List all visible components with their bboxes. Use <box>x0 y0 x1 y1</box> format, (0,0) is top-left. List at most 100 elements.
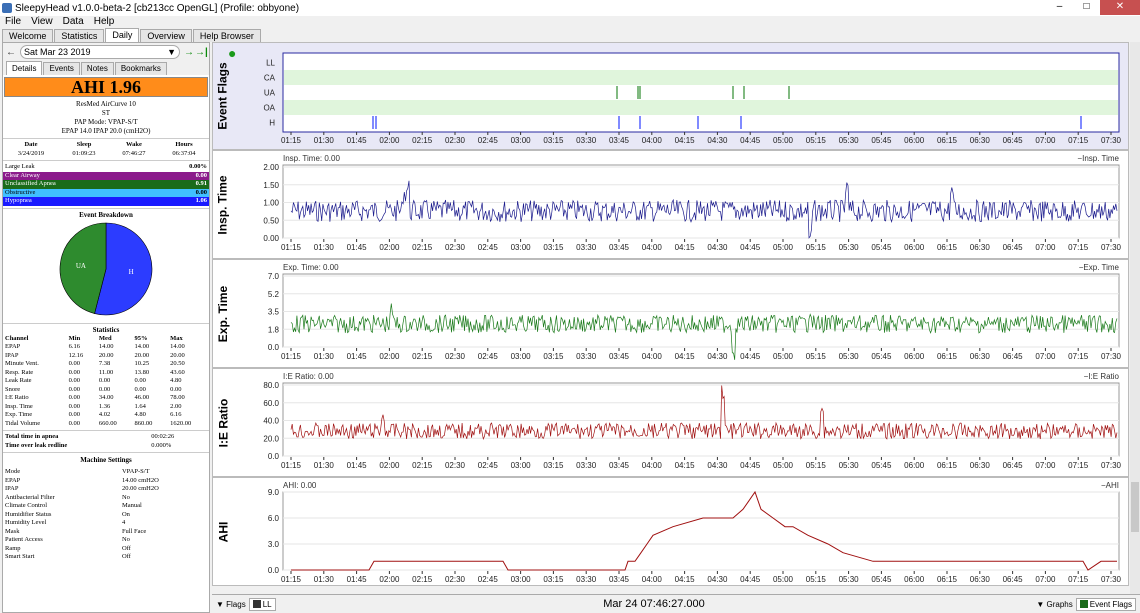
tab-events[interactable]: Events <box>43 62 80 75</box>
graphs-combo[interactable]: Event Flags <box>1075 597 1136 611</box>
exp-time-ylabel: Exp. Time <box>216 285 230 342</box>
close-button[interactable]: ✕ <box>1100 0 1140 15</box>
x-tick-label: 02:15 <box>412 575 433 584</box>
x-tick-label: 04:30 <box>707 352 728 361</box>
stats-value: 0.00 <box>170 385 182 393</box>
stats-value: 0.00 <box>68 402 80 410</box>
x-tick-label: 04:00 <box>642 136 663 145</box>
x-tick-label: 05:00 <box>773 243 794 252</box>
col-wake: Wake <box>126 141 142 148</box>
event-index-row: Unclassified Apnea 0.91 <box>3 180 209 189</box>
y-tick-label: 0.0 <box>268 566 280 575</box>
x-tick-label: 01:45 <box>347 575 368 584</box>
session-table: Date Sleep Wake Hours 3/24/2019 01:09:23… <box>3 141 209 158</box>
x-tick-label: 06:30 <box>970 575 991 584</box>
tab-daily[interactable]: Daily <box>105 28 140 42</box>
x-tick-label: 02:30 <box>445 575 466 584</box>
stats-value: 43.60 <box>170 368 185 376</box>
menu-data[interactable]: Data <box>58 16 89 28</box>
menu-file[interactable]: File <box>0 16 26 28</box>
y-tick-label: 40.0 <box>263 417 279 426</box>
y-tick-label: 1.8 <box>268 325 280 334</box>
x-tick-label: 04:00 <box>642 461 663 470</box>
menu-view[interactable]: View <box>26 16 58 28</box>
setting-row: IPAP 20.00 cmH2O <box>3 485 209 494</box>
stats-value: 1620.00 <box>170 419 192 427</box>
setting-row: EPAP 14.00 cmH2O <box>3 477 209 486</box>
menu-bar: File View Data Help <box>0 16 1140 28</box>
machine-settings-table: Mode VPAP-S/T EPAP 14.00 cmH2O IPAP 20.00 cmH… <box>3 468 209 562</box>
next-day-icon[interactable]: → <box>183 47 195 58</box>
x-tick-label: 04:15 <box>675 243 696 252</box>
tab-statistics[interactable]: Statistics <box>54 29 105 42</box>
ie-ratio-panel: I:E Ratio I:E Ratio: 0.00 −I:E Ratio 80.0 6… <box>212 368 1129 477</box>
y-tick-label: 2.00 <box>263 163 279 172</box>
x-tick-label: 05:15 <box>806 136 827 145</box>
x-tick-label: 01:45 <box>347 136 368 145</box>
tab-welcome[interactable]: Welcome <box>2 29 54 42</box>
tab-bookmarks[interactable]: Bookmarks <box>114 62 167 75</box>
tab-help-browser[interactable]: Help Browser <box>192 29 261 42</box>
setting-label: Patient Access <box>5 536 43 543</box>
x-tick-label: 05:30 <box>839 352 860 361</box>
minimize-button[interactable]: – <box>1046 0 1073 15</box>
event-value: 0.00 <box>195 188 207 196</box>
stats-value: 6.16 <box>68 343 80 350</box>
x-tick-label: 05:15 <box>806 461 827 470</box>
setting-label: Mask <box>5 527 20 535</box>
insp-time-chart[interactable]: Insp. Time: 0.00 −Insp. Time 2.00 1.50 1.00 0… <box>233 151 1129 260</box>
x-tick-label: 06:15 <box>937 461 958 470</box>
x-tick-label: 04:45 <box>740 575 761 584</box>
stats-row: Tidal Volume 0.00 660.00 860.00 1620.00 <box>3 420 209 429</box>
maximize-button[interactable]: □ <box>1073 0 1100 15</box>
menu-help[interactable]: Help <box>89 16 120 28</box>
machine-model: ST <box>101 109 111 117</box>
x-tick-label: 02:15 <box>412 461 433 470</box>
x-tick-label: 01:30 <box>314 136 335 145</box>
x-tick-label: 07:15 <box>1068 243 1089 252</box>
setting-value: No <box>121 536 130 543</box>
flags-dropdown-button[interactable]: ▼ Flags <box>216 600 246 609</box>
pie-label: H <box>129 268 134 276</box>
event-value: 0.00 <box>195 171 207 179</box>
prev-day-icon[interactable]: ← <box>5 47 17 58</box>
x-tick-label: 04:45 <box>740 136 761 145</box>
readout: AHI: 0.00 <box>283 481 317 490</box>
flag-row-label: H <box>269 119 275 128</box>
setting-label: Ramp <box>5 544 21 552</box>
setting-row: Smart Start Off <box>3 553 209 562</box>
event-index-row: Clear Airway 0.00 <box>3 171 209 180</box>
x-tick-label: 05:00 <box>773 461 794 470</box>
x-tick-label: 02:30 <box>445 461 466 470</box>
stats-value: 10.25 <box>134 360 150 367</box>
last-day-icon[interactable]: →| <box>195 47 208 58</box>
stats-value: 0.00 <box>68 385 80 393</box>
event-value: 1.06 <box>195 197 207 204</box>
flags-combo[interactable]: LL <box>248 597 276 611</box>
tab-details[interactable]: Details <box>6 61 43 75</box>
exp-time-chart[interactable]: Exp. Time: 0.00 −Exp. Time 7.0 5.2 3.5 1.8 0.0… <box>233 260 1129 369</box>
stats-value: 0.00 <box>134 377 146 384</box>
x-tick-label: 01:30 <box>314 243 335 252</box>
x-tick-label: 04:45 <box>740 243 761 252</box>
event-flags-chart[interactable]: LL CA UA OA H 01:15 01:30 01:45 02:00 02:15 02:30 0… <box>233 43 1129 151</box>
scrollbar-thumb[interactable] <box>1131 482 1139 532</box>
flag-row-label: OA <box>263 104 275 113</box>
x-tick-label: 02:45 <box>478 575 499 584</box>
stats-value: 1.36 <box>98 402 111 410</box>
ahi-chart[interactable]: AHI: 0.00 −AHI 9.0 6.0 3.0 0.001:15 01:30 01:45… <box>233 478 1129 587</box>
graphs-dropdown-button[interactable]: ▼ Graphs <box>1036 600 1072 609</box>
x-tick-label: 07:30 <box>1101 575 1122 584</box>
stats-row: Minute Vent. 0.00 7.38 10.25 20.50 <box>3 360 209 369</box>
date-picker[interactable]: Sat Mar 23 2019 ▼ <box>20 45 180 59</box>
exp-time-panel: Exp. Time Exp. Time: 0.00 −Exp. Time 7.0 5.… <box>212 259 1129 368</box>
flags-plot <box>282 52 1120 133</box>
ie-ratio-chart[interactable]: I:E Ratio: 0.00 −I:E Ratio 80.0 60.0 40.0 20.… <box>233 369 1129 478</box>
graphs-scrollbar[interactable] <box>1130 42 1140 594</box>
tab-notes[interactable]: Notes <box>80 62 114 75</box>
setting-value: On <box>121 510 130 518</box>
stats-row: Snore 0.00 0.00 0.00 0.00 <box>3 386 209 395</box>
setting-label: Climate Control <box>5 502 48 509</box>
stats-row: Exp. Time 0.00 4.02 4.80 6.16 <box>3 411 209 420</box>
tab-overview[interactable]: Overview <box>140 29 192 42</box>
